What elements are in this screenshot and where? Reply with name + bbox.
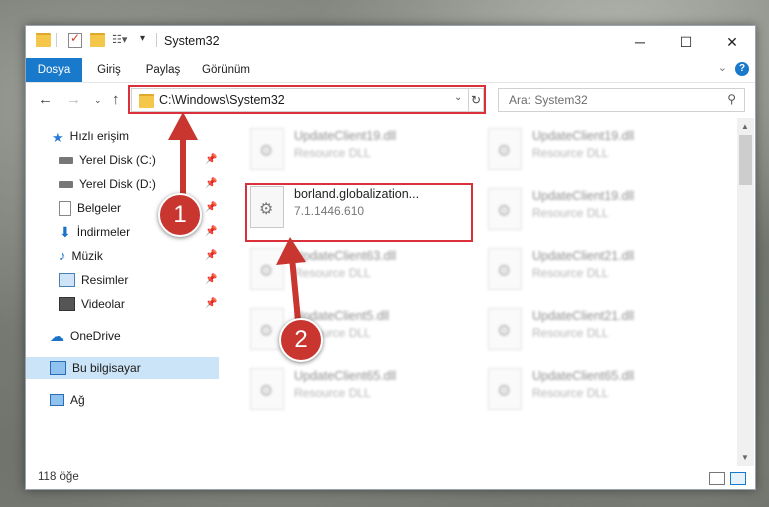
annotation-badge-1: 1 (158, 193, 202, 237)
annotation-badge-2: 2 (279, 318, 323, 362)
arrow-2-shaft (289, 257, 301, 321)
arrow-2-head (276, 237, 306, 265)
annotation-arrows (168, 112, 306, 321)
arrow-1-head (168, 112, 198, 140)
